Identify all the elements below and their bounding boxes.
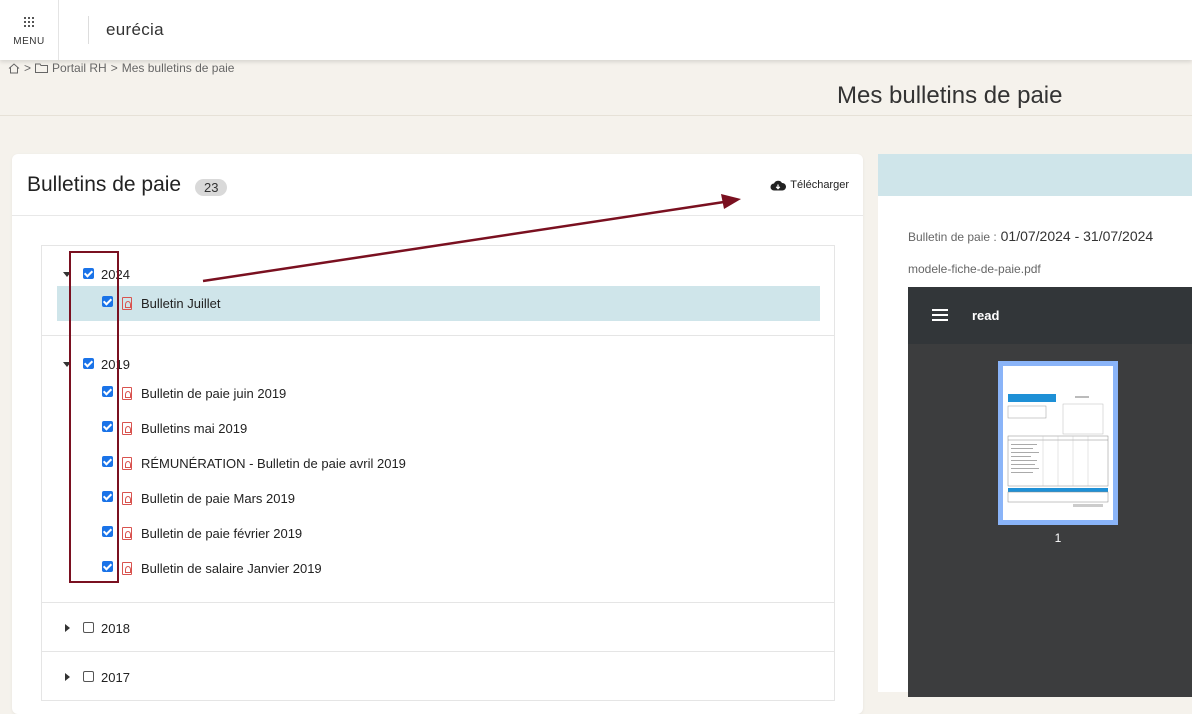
preview-panel: Bulletin de paie : 01/07/2024 - 31/07/20… [878, 154, 1192, 697]
page-preview [1003, 366, 1113, 520]
period-value: 01/07/2024 - 31/07/2024 [1000, 228, 1154, 244]
hamburger-menu-icon[interactable] [932, 309, 948, 321]
pdf-viewer-title: read [972, 308, 1000, 323]
page-number: 1 [1054, 531, 1062, 545]
file-name: modele-fiche-de-paie.pdf [908, 262, 1041, 276]
preview-header [878, 154, 1192, 196]
period-info: Bulletin de paie : 01/07/2024 - 31/07/20… [908, 228, 1153, 244]
period-label: Bulletin de paie : [908, 230, 997, 244]
pdf-viewer-toolbar: read [908, 287, 1192, 344]
pdf-viewer[interactable]: read 1 [908, 287, 1192, 697]
document-preview-icon [1007, 394, 1109, 507]
page-thumbnail[interactable] [998, 361, 1118, 525]
